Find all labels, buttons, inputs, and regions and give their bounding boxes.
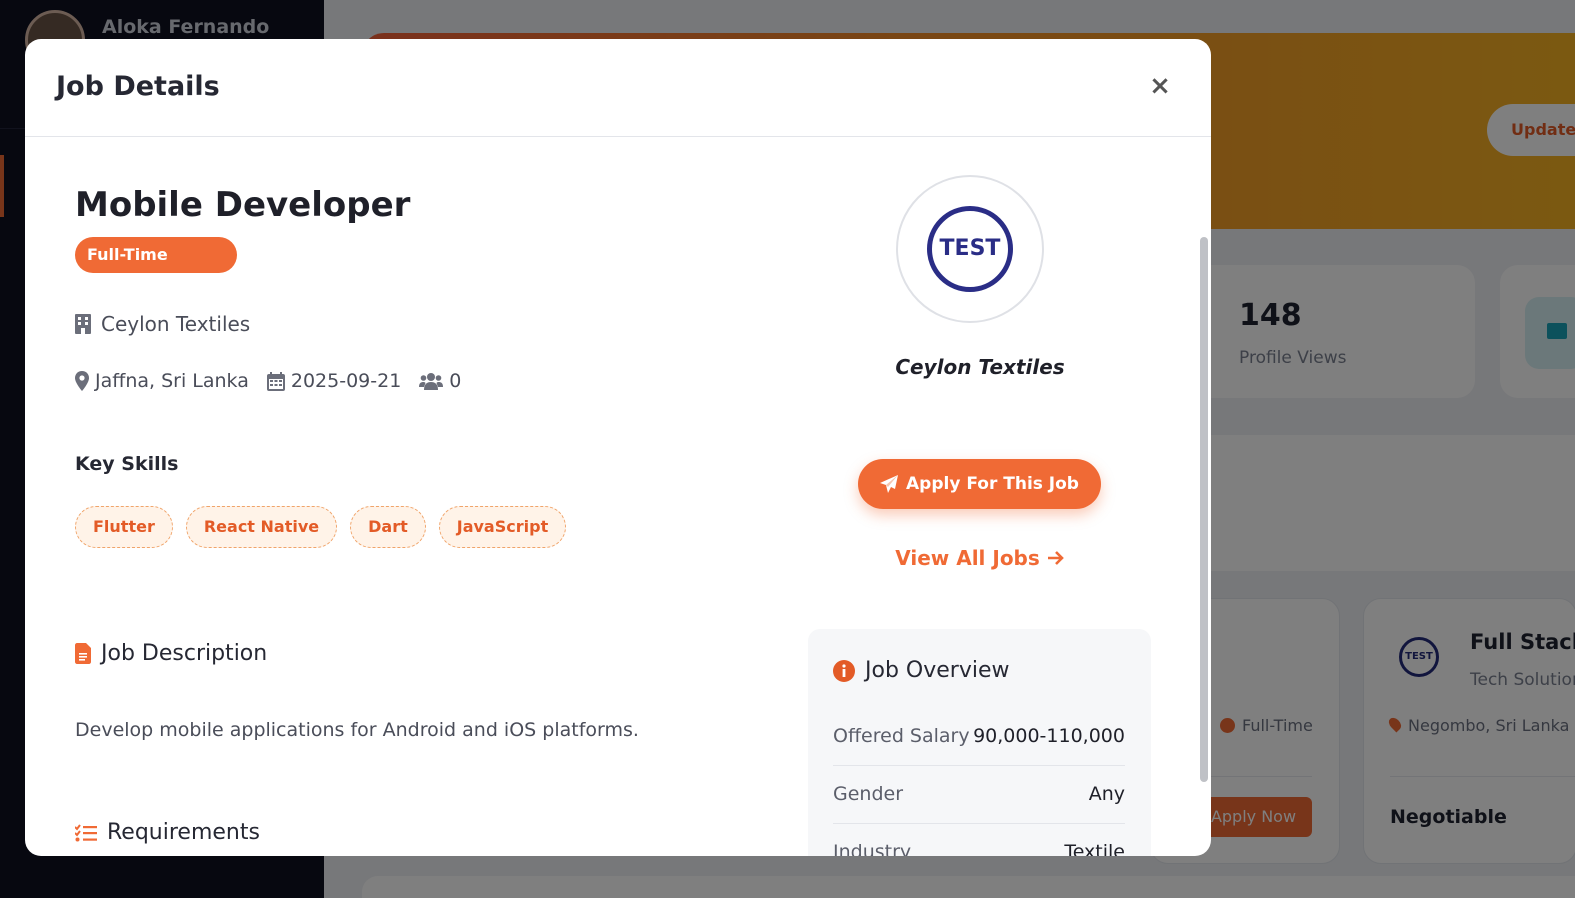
arrow-right-icon [1047,551,1064,565]
skills-list: Flutter React Native Dart JavaScript [75,506,579,548]
skill-tag: React Native [185,506,338,548]
overview-key: Industry [833,841,912,856]
file-icon [75,643,91,664]
overview-row-salary: Offered Salary 90,000-110,000 [833,707,1125,766]
skill-tag: JavaScript [438,506,567,548]
requirements-heading: Requirements [75,820,260,845]
job-overview-label: Job Overview [865,658,1010,683]
overview-value: Any [1088,783,1125,805]
overview-key: Offered Salary [833,725,970,747]
overview-value: 90,000-110,000 [973,725,1125,747]
paper-plane-icon [880,475,899,493]
view-all-jobs-link[interactable]: View All Jobs [825,546,1135,570]
modal-title: Job Details [56,71,220,102]
modal-scrollbar[interactable] [1200,237,1208,782]
overview-row-gender: Gender Any [833,765,1125,824]
map-pin-icon [75,371,89,391]
info-circle-icon [833,659,855,682]
apply-for-job-button[interactable]: Apply For This Job [858,459,1101,509]
skill-tag: Flutter [75,506,173,548]
modal-body[interactable]: Mobile Developer Full-Time Ceylon Textil… [25,137,1211,856]
company-name: Ceylon Textiles [895,355,1065,379]
job-details-modal: Job Details × Mobile Developer Full-Time… [25,39,1211,856]
job-meta-row: Jaffna, Sri Lanka 2025-09-21 0 [75,370,479,392]
company-logo-text: TEST [927,206,1013,292]
job-date-label: 2025-09-21 [290,370,402,392]
job-location: Jaffna, Sri Lanka [75,370,249,392]
job-description-text: Develop mobile applications for Android … [75,719,639,741]
job-description-heading: Job Description [75,641,267,666]
job-applicants-count: 0 [449,370,462,392]
job-type-badge: Full-Time [75,237,237,273]
job-description-label: Job Description [101,641,268,666]
key-skills-heading: Key Skills [75,453,179,475]
job-overview-panel: Job Overview Offered Salary 90,000-110,0… [808,629,1151,856]
job-title: Mobile Developer [75,185,411,225]
skill-tag: Dart [350,506,426,548]
list-check-icon [75,823,97,841]
overview-row-industry: Industry Textile [833,823,1125,856]
calendar-icon [266,371,285,391]
company-row: Ceylon Textiles [75,312,250,336]
job-applicants: 0 [419,370,461,392]
requirements-label: Requirements [107,820,260,845]
overview-value: Textile [1064,841,1125,856]
apply-for-job-label: Apply For This Job [906,474,1079,494]
overview-key: Gender [833,783,904,805]
company-name-label: Ceylon Textiles [101,312,251,336]
users-icon [419,373,444,390]
company-logo: TEST [896,175,1044,323]
building-icon [75,314,91,334]
job-overview-heading: Job Overview [833,658,1009,683]
job-date: 2025-09-21 [266,370,402,392]
modal-header: Job Details × [25,39,1211,137]
close-icon[interactable]: × [1146,72,1174,100]
view-all-jobs-label: View All Jobs [895,546,1040,570]
job-location-label: Jaffna, Sri Lanka [95,370,249,392]
